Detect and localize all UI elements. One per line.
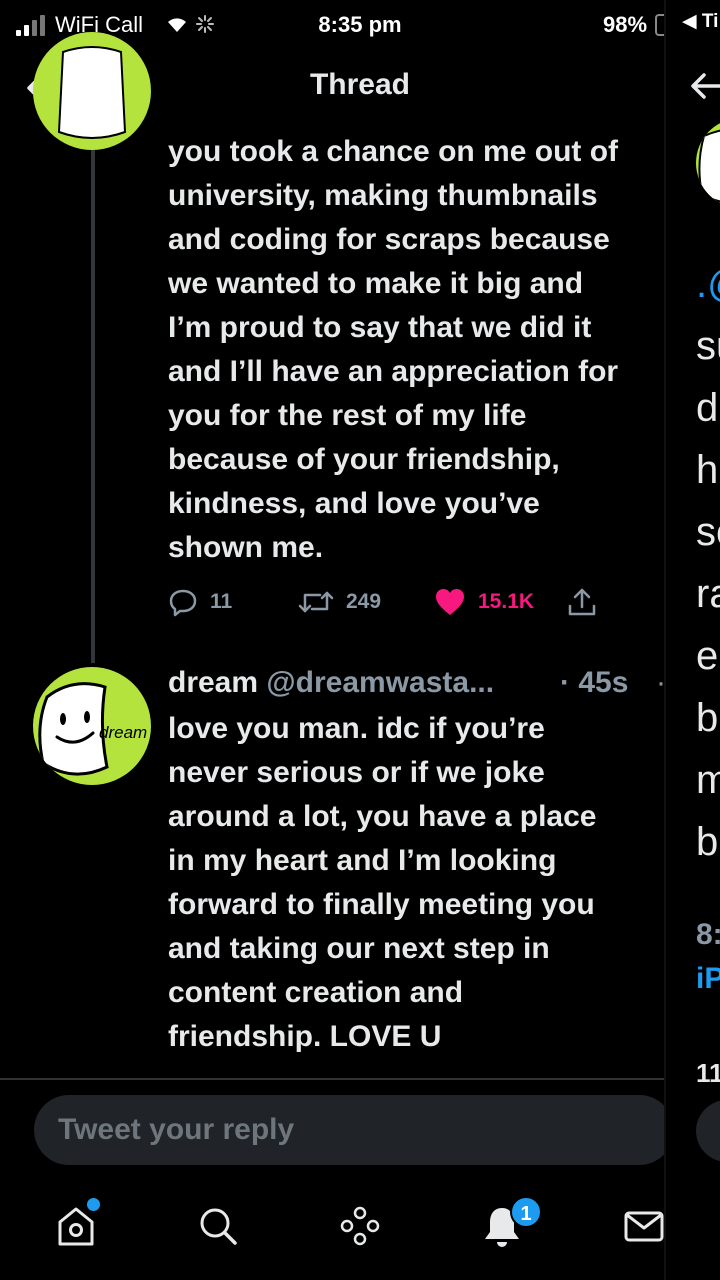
tweet-line: you for the rest of my life xyxy=(168,399,527,432)
reply-icon xyxy=(169,589,197,617)
peek-timestamp: 8: xyxy=(696,918,720,951)
tweet-author-row: dream @dreamwasta... · 45s · xyxy=(168,661,664,705)
battery-percent: 98% xyxy=(603,12,648,37)
retweet-icon xyxy=(298,591,334,613)
peek-fragment: m xyxy=(696,758,720,802)
tweet-line: kindness, and love you’ve xyxy=(168,487,540,520)
peek-fragment: e xyxy=(696,634,719,678)
tweet-line: and I’ll have an appreciation for xyxy=(168,355,619,388)
back-arrow-icon xyxy=(691,73,720,99)
reply-input[interactable]: Tweet your reply xyxy=(34,1095,664,1165)
adjacent-screen-peek[interactable]: ◀ Ti .@ su d h sc ra e b m b 8: iP 11 xyxy=(664,0,720,1280)
spaces-icon xyxy=(340,1206,380,1246)
peek-fragment: b xyxy=(696,696,719,740)
avatar[interactable]: dream xyxy=(33,667,151,785)
messages-icon xyxy=(624,1211,664,1242)
tweet-timestamp: · 45s xyxy=(560,666,629,699)
peek-reply-input xyxy=(696,1100,720,1162)
share-button[interactable] xyxy=(566,580,610,624)
reply-button[interactable]: 11 xyxy=(168,580,232,624)
peek-count: 11 xyxy=(696,1058,720,1088)
tweet-line: in my heart and I’m looking xyxy=(168,844,557,877)
tweet-line: shown me. xyxy=(168,531,324,564)
peek-fragment: d xyxy=(696,386,719,430)
tweet-line: we wanted to make it big and xyxy=(168,267,584,300)
bottom-nav xyxy=(0,1180,664,1280)
avatar-label: dream xyxy=(99,723,148,742)
parent-tweet-text: you took a chance on me out of universit… xyxy=(168,130,664,570)
reply-placeholder: Tweet your reply xyxy=(58,1113,295,1146)
peek-source-link: iP xyxy=(696,962,720,995)
tweet-line: university, making thumbnails xyxy=(168,179,598,212)
like-count: 15.1K xyxy=(478,590,535,613)
battery-icon xyxy=(655,14,664,36)
avatar[interactable] xyxy=(33,32,151,150)
tweet-line: love you man. idc if you’re xyxy=(168,712,545,745)
tweet-actions: 11 249 15.1K xyxy=(168,580,658,624)
nav-messages[interactable] xyxy=(618,1200,664,1252)
peek-fragment: .@ xyxy=(696,262,720,306)
heart-icon xyxy=(436,589,464,615)
tweet-line: never serious or if we joke xyxy=(168,756,545,789)
author-name[interactable]: dream xyxy=(168,666,258,699)
tweet-line: I’m proud to say that we did it xyxy=(168,311,592,344)
nav-spaces[interactable] xyxy=(334,1200,386,1252)
retweet-count: 249 xyxy=(346,590,382,613)
peek-status-text: ◀ Ti xyxy=(682,11,719,32)
notification-badge: 1 xyxy=(510,1196,542,1228)
retweet-button[interactable]: 249 xyxy=(298,580,381,624)
author-handle[interactable]: @dreamwasta... xyxy=(266,666,494,699)
tweet-line: forward to finally meeting you xyxy=(168,888,595,921)
reply-count: 11 xyxy=(210,590,233,613)
tweet-line: and taking our next step in xyxy=(168,932,550,965)
peek-fragment: su xyxy=(696,324,720,368)
peek-fragment: ra xyxy=(696,572,720,616)
peek-fragment: sc xyxy=(696,510,720,554)
search-icon xyxy=(200,1208,237,1245)
peek-fragment: h xyxy=(696,448,719,492)
thread-screen: WiFi Call 8:35 pm 98% Thread you took a … xyxy=(0,0,664,1280)
share-icon xyxy=(568,588,596,616)
tweet-line: content creation and xyxy=(168,976,464,1009)
more-options-icon[interactable]: · xyxy=(656,661,664,705)
avatar xyxy=(696,118,720,208)
nav-home[interactable] xyxy=(50,1198,102,1252)
tweet-line: you took a chance on me out of xyxy=(168,135,619,168)
like-button[interactable]: 15.1K xyxy=(434,580,534,624)
divider xyxy=(0,1078,664,1080)
nav-search[interactable] xyxy=(192,1200,244,1252)
new-content-dot xyxy=(87,1198,100,1211)
tweet-line: because of your friendship, xyxy=(168,443,560,476)
peek-text-fragments: .@ su d h sc ra e b m b xyxy=(696,262,720,882)
thread-connector-line xyxy=(91,128,95,663)
peek-fragment: b xyxy=(696,820,719,864)
tweet-line: and coding for scraps because xyxy=(168,223,610,256)
tweet-line: friendship. LOVE U xyxy=(168,1020,442,1053)
reply-tweet-text: love you man. idc if you’re never seriou… xyxy=(168,707,664,1059)
tweet-line: around a lot, you have a place xyxy=(168,800,597,833)
